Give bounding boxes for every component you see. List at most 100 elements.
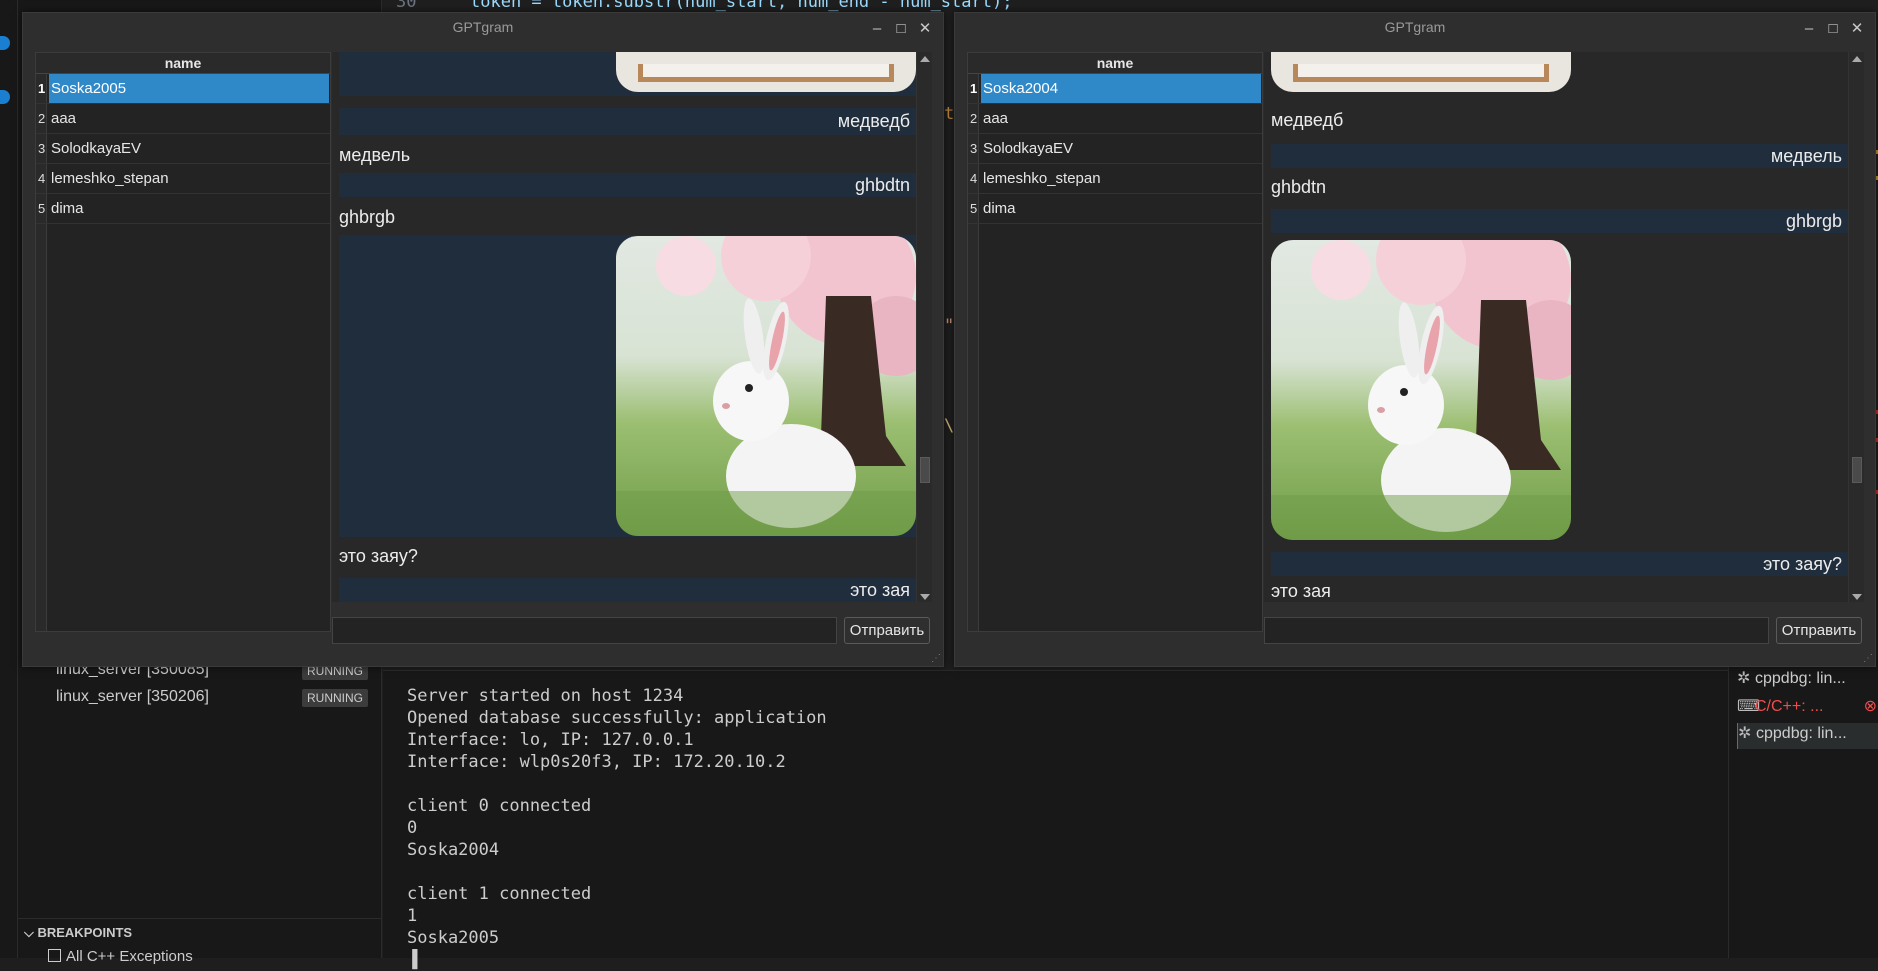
bug-icon: ✲ <box>1737 670 1751 687</box>
row-number: 5 <box>38 201 46 216</box>
activity-badge[interactable] <box>0 90 10 104</box>
terminal-tab[interactable]: ✲ cppdbg: lin... <box>1737 668 1878 694</box>
message-input[interactable] <box>332 617 837 644</box>
breakpoints-section: ⌵ BREAKPOINTS All C++ Exceptions <box>18 918 382 965</box>
row-number: 2 <box>970 111 978 126</box>
close-icon[interactable]: ✕ <box>915 19 935 39</box>
resize-grip-icon[interactable]: ⋰ <box>931 653 941 664</box>
row-number: 1 <box>970 81 978 96</box>
image-message <box>1271 52 1848 96</box>
chat-scrollbar[interactable] <box>1848 52 1864 602</box>
user-name[interactable]: dima <box>49 194 329 223</box>
terminal-tab[interactable]: ⌨C/C++: ... ⊗ <box>1737 696 1878 722</box>
terminal-output: Server started on host 1234 Opened datab… <box>407 686 827 970</box>
scroll-down-icon[interactable] <box>1852 594 1862 600</box>
close-icon[interactable]: ✕ <box>1847 19 1867 39</box>
row-number: 4 <box>38 171 46 186</box>
outgoing-message: ghbrgb <box>1271 209 1848 233</box>
outgoing-message: это заяу? <box>1271 552 1848 576</box>
status-badge: RUNNING <box>302 689 368 707</box>
column-header[interactable]: name <box>36 53 330 74</box>
user-name[interactable]: SolodkayaEV <box>981 134 1261 163</box>
image-message <box>339 235 916 537</box>
user-name[interactable]: SolodkayaEV <box>49 134 329 163</box>
scrollbar-thumb[interactable] <box>1852 457 1862 483</box>
minimize-icon[interactable]: – <box>867 19 887 39</box>
user-row[interactable]: 4 lemeshko_stepan <box>36 164 330 194</box>
image-message <box>1271 239 1848 541</box>
image-message <box>339 52 916 96</box>
user-row[interactable]: 3 SolodkayaEV <box>968 134 1262 164</box>
minimize-icon[interactable]: – <box>1799 19 1819 39</box>
code-line[interactable]: token = token.substr(num_start, num_end … <box>470 0 1012 12</box>
incoming-message: медвель <box>339 145 411 165</box>
outgoing-message: медвель <box>1271 144 1848 168</box>
gptgram-window-left[interactable]: GPTgram – □ ✕ name 1 Soska2005 2 aaa 3 S… <box>22 12 944 667</box>
user-name[interactable]: dima <box>981 194 1261 223</box>
user-row[interactable]: 2 aaa <box>968 104 1262 134</box>
row-number: 5 <box>970 201 978 216</box>
maximize-icon[interactable]: □ <box>1823 19 1843 39</box>
user-row[interactable]: 2 aaa <box>36 104 330 134</box>
bunny-image <box>616 236 916 536</box>
user-name[interactable]: aaa <box>49 104 329 133</box>
user-row[interactable]: 1 Soska2005 <box>36 74 330 104</box>
code-peek: t <box>944 104 955 124</box>
process-row[interactable]: linux_server [350206] RUNNING <box>56 685 368 711</box>
user-name[interactable]: lemeshko_stepan <box>981 164 1261 193</box>
resize-grip-icon[interactable]: ⋰ <box>1863 653 1873 664</box>
activity-bar <box>0 0 18 958</box>
outgoing-message: медведб <box>339 108 916 135</box>
terminal-tab-label: C/C++: ... <box>1755 698 1824 715</box>
user-name[interactable]: Soska2004 <box>981 74 1261 103</box>
title-bar[interactable]: GPTgram – □ ✕ <box>23 13 943 51</box>
bunny-image <box>1271 240 1571 540</box>
breakpoint-label: All C++ Exceptions <box>66 948 193 965</box>
row-number: 3 <box>38 141 46 156</box>
compose-bar: Отправить <box>332 616 932 646</box>
message-input[interactable] <box>1264 617 1769 644</box>
chat-scrollbar[interactable] <box>916 52 932 602</box>
maximize-icon[interactable]: □ <box>891 19 911 39</box>
compose-bar: Отправить <box>1264 616 1864 646</box>
user-table[interactable]: name 1 Soska2005 2 aaa 3 SolodkayaEV 4 l… <box>35 52 331 632</box>
user-name[interactable]: Soska2005 <box>49 74 329 103</box>
chat-view[interactable]: медведб медвель ghbdtn ghbrgb это заяу? … <box>332 52 932 602</box>
incoming-message: это заяу? <box>339 546 418 566</box>
terminal-tab-label: cppdbg: lin... <box>1755 670 1846 687</box>
scroll-down-icon[interactable] <box>920 594 930 600</box>
terminal-tab-label: cppdbg: lin... <box>1756 725 1847 742</box>
incoming-message: ghbdtn <box>1271 177 1327 197</box>
user-row[interactable]: 3 SolodkayaEV <box>36 134 330 164</box>
terminal-panel[interactable]: Server started on host 1234 Opened datab… <box>383 670 1728 970</box>
incoming-message: ghbrgb <box>339 207 396 227</box>
terminal-icon: ⌨ <box>1737 698 1761 715</box>
row-number: 2 <box>38 111 46 126</box>
user-row[interactable]: 4 lemeshko_stepan <box>968 164 1262 194</box>
scrollbar-thumb[interactable] <box>920 457 930 483</box>
gptgram-window-right[interactable]: GPTgram – □ ✕ name 1 Soska2004 2 aaa 3 S… <box>954 12 1876 667</box>
process-name: linux_server [350206] <box>56 688 209 705</box>
scroll-up-icon[interactable] <box>1852 56 1862 62</box>
checkbox[interactable] <box>48 949 61 962</box>
user-row[interactable]: 5 dima <box>36 194 330 224</box>
window-title: GPTgram <box>1384 19 1446 35</box>
send-button[interactable]: Отправить <box>844 617 930 644</box>
breakpoint-item[interactable]: All C++ Exceptions <box>48 948 193 965</box>
user-row[interactable]: 1 Soska2004 <box>968 74 1262 104</box>
title-bar[interactable]: GPTgram – □ ✕ <box>955 13 1875 51</box>
incoming-message: медведб <box>1271 110 1344 130</box>
breakpoints-header[interactable]: ⌵ BREAKPOINTS <box>24 925 132 941</box>
line-number: 30 <box>396 0 417 12</box>
send-button[interactable]: Отправить <box>1776 617 1862 644</box>
activity-badge[interactable] <box>0 36 10 50</box>
scroll-up-icon[interactable] <box>920 56 930 62</box>
incoming-message: это зая <box>1271 581 1331 601</box>
column-header[interactable]: name <box>968 53 1262 74</box>
user-name[interactable]: aaa <box>981 104 1261 133</box>
terminal-tab[interactable]: ✲ cppdbg: lin... <box>1737 723 1878 749</box>
user-table[interactable]: name 1 Soska2004 2 aaa 3 SolodkayaEV 4 l… <box>967 52 1263 632</box>
chat-view[interactable]: медведб медвель ghbdtn ghbrgb это заяу? … <box>1264 52 1864 602</box>
user-row[interactable]: 5 dima <box>968 194 1262 224</box>
user-name[interactable]: lemeshko_stepan <box>49 164 329 193</box>
